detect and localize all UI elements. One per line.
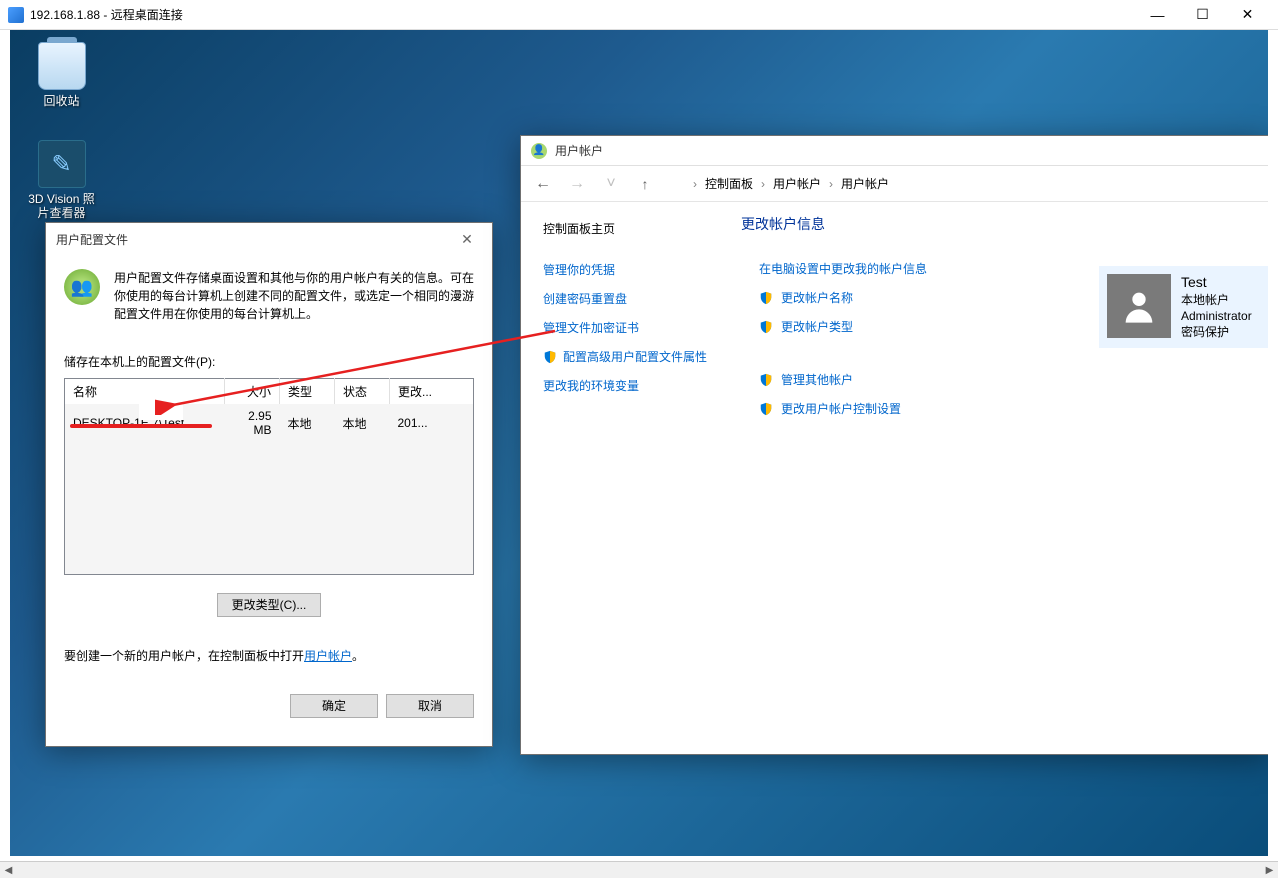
dialog-close-button[interactable]: ✕ [452, 227, 482, 251]
sidebar-home[interactable]: 控制面板主页 [543, 214, 721, 243]
cell-status: 本地 [335, 404, 390, 442]
cancel-button[interactable]: 取消 [386, 694, 474, 718]
profiles-table[interactable]: 名称 大小 类型 状态 更改... DESKTOP-1E 7\Test 2.95… [64, 378, 474, 575]
trash-icon [38, 42, 86, 90]
profiles-table-wrap: 名称 大小 类型 状态 更改... DESKTOP-1E 7\Test 2.95… [64, 378, 474, 575]
col-status[interactable]: 状态 [335, 379, 390, 405]
ok-button[interactable]: 确定 [290, 694, 378, 718]
sidebar-item-advanced-profiles[interactable]: 配置高级用户配置文件属性 [543, 342, 721, 371]
shield-icon [759, 402, 773, 416]
sidebar-item-password-reset[interactable]: 创建密码重置盘 [543, 284, 721, 313]
col-name[interactable]: 名称 [65, 379, 225, 405]
user-accounts-icon [531, 143, 547, 159]
maximize-button[interactable]: ☐ [1180, 0, 1225, 30]
nav-forward-button[interactable]: → [565, 172, 589, 196]
3dvision-viewer-icon[interactable]: 3D Vision 照片查看器 [24, 140, 99, 220]
col-type[interactable]: 类型 [280, 379, 335, 405]
dialog-titlebar[interactable]: 用户配置文件 ✕ [46, 223, 492, 255]
window-titlebar[interactable]: 用户帐户 [521, 136, 1268, 166]
remote-desktop-surface: 回收站 3D Vision 照片查看器 用户配置文件 ✕ 用户配置文件存储桌面设… [10, 30, 1268, 856]
close-button[interactable]: ✕ [1225, 0, 1270, 30]
recycle-bin-label: 回收站 [24, 94, 99, 108]
horizontal-scrollbar[interactable]: ◀ ▶ [0, 861, 1278, 878]
sidebar-item-encryption-cert[interactable]: 管理文件加密证书 [543, 313, 721, 342]
col-size[interactable]: 大小 [225, 379, 280, 405]
crumb-user-accounts-2[interactable]: 用户帐户 [837, 173, 893, 194]
user-role: Administrator [1181, 308, 1252, 324]
breadcrumb-icon [667, 176, 683, 192]
create-account-text: 要创建一个新的用户帐户，在控制面板中打开用户帐户。 [64, 647, 474, 664]
breadcrumb: › 控制面板 › 用户帐户 › 用户帐户 [693, 173, 893, 194]
rdc-titlebar: 192.168.1.88 - 远程桌面连接 — ☐ ✕ [0, 0, 1278, 30]
col-modified[interactable]: 更改... [390, 379, 474, 405]
stored-profiles-label: 储存在本机上的配置文件(P): [64, 353, 474, 370]
change-type-button[interactable]: 更改类型(C)... [217, 593, 322, 617]
viewer-label: 3D Vision 照片查看器 [24, 192, 99, 220]
sidebar: 控制面板主页 管理你的凭据 创建密码重置盘 管理文件加密证书 配置高级用户配置文… [521, 214, 721, 447]
minimize-button[interactable]: — [1135, 0, 1180, 30]
user-profiles-icon [64, 269, 100, 305]
cell-size: 2.95 MB [225, 404, 280, 442]
cell-type: 本地 [280, 404, 335, 442]
scroll-right-button[interactable]: ▶ [1261, 862, 1278, 879]
redaction-mark [139, 404, 183, 420]
recycle-bin-icon[interactable]: 回收站 [24, 42, 99, 108]
sidebar-item-env-vars[interactable]: 更改我的环境变量 [543, 371, 721, 400]
user-profiles-dialog: 用户配置文件 ✕ 用户配置文件存储桌面设置和其他与你的用户帐户有关的信息。可在你… [45, 222, 493, 747]
dialog-description: 用户配置文件存储桌面设置和其他与你的用户帐户有关的信息。可在你使用的每台计算机上… [114, 269, 474, 323]
main-heading: 更改帐户信息 [741, 214, 1249, 234]
shield-icon [759, 291, 773, 305]
crumb-control-panel[interactable]: 控制面板 [701, 173, 757, 194]
shield-icon [543, 350, 557, 364]
user-name: Test [1181, 274, 1252, 290]
window-title: 用户帐户 [555, 142, 603, 159]
crumb-user-accounts-1[interactable]: 用户帐户 [769, 173, 825, 194]
annotation-underline [70, 424, 212, 428]
nav-up-button[interactable]: ↑ [633, 172, 657, 196]
link-manage-others[interactable]: 管理其他帐户 [741, 365, 1249, 394]
nav-back-button[interactable]: ← [531, 172, 555, 196]
image-viewer-icon [38, 140, 86, 188]
navigation-bar: ← → ˅ ↑ › 控制面板 › 用户帐户 › 用户帐户 [521, 166, 1268, 202]
shield-icon [759, 320, 773, 334]
shield-icon [759, 373, 773, 387]
rdc-icon [8, 7, 24, 23]
avatar [1107, 274, 1171, 338]
cell-modified: 201... [390, 404, 474, 442]
user-type: 本地帐户 [1181, 292, 1252, 308]
scroll-left-button[interactable]: ◀ [0, 862, 17, 879]
dialog-title: 用户配置文件 [56, 231, 452, 248]
user-card: Test 本地帐户 Administrator 密码保护 [1099, 266, 1268, 348]
link-uac-settings[interactable]: 更改用户帐户控制设置 [741, 394, 1249, 423]
sidebar-item-credentials[interactable]: 管理你的凭据 [543, 255, 721, 284]
rdc-title: 192.168.1.88 - 远程桌面连接 [30, 6, 1135, 23]
nav-recent-button[interactable]: ˅ [599, 172, 623, 196]
user-pwd: 密码保护 [1181, 324, 1252, 340]
user-accounts-link[interactable]: 用户帐户 [304, 649, 352, 663]
profile-row[interactable]: DESKTOP-1E 7\Test 2.95 MB 本地 本地 201... [65, 404, 474, 442]
user-accounts-window: 用户帐户 ← → ˅ ↑ › 控制面板 › 用户帐户 › 用户帐户 控制面板主页… [520, 135, 1268, 755]
